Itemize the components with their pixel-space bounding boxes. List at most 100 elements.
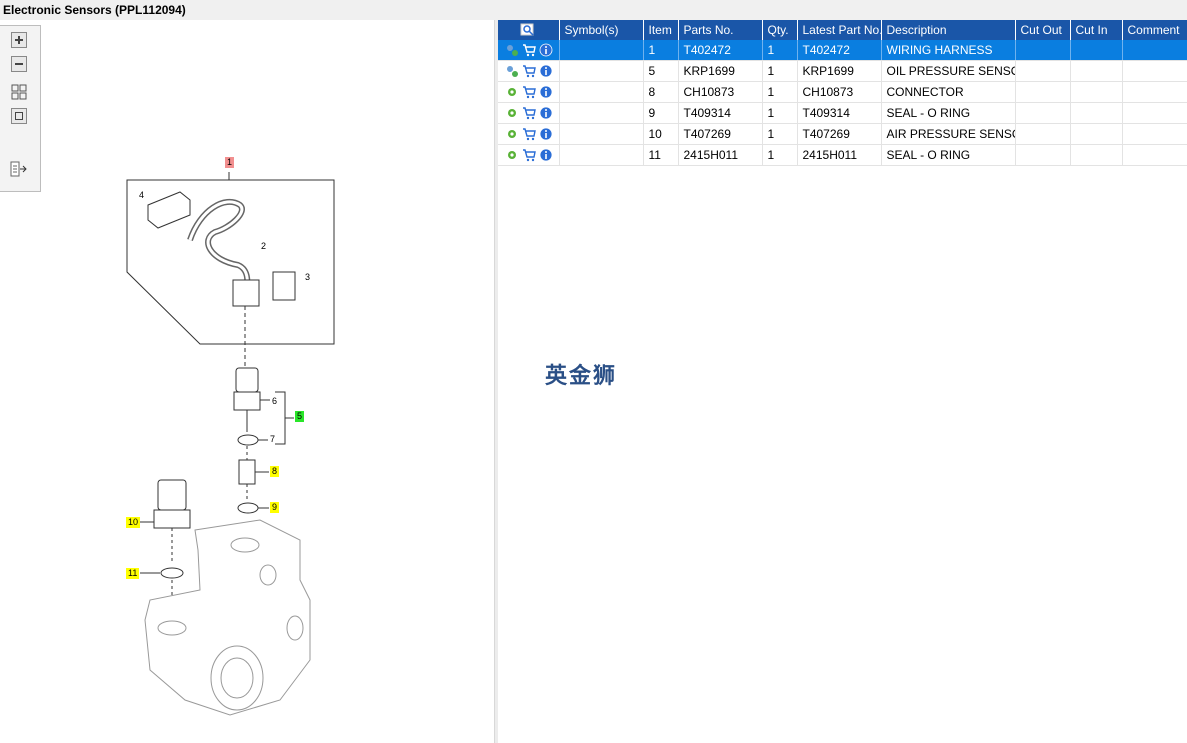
cell-item: 1 <box>643 40 679 61</box>
details-gear-icon <box>507 66 518 77</box>
cell-item: 10 <box>643 123 679 145</box>
details-gear-icon <box>508 109 516 117</box>
table-row[interactable]: 10T4072691T407269AIR PRESSURE SENSOR <box>498 123 1187 145</box>
cell-item: 11 <box>643 144 679 166</box>
cell-latest-part-no: T409314 <box>797 102 882 124</box>
cell-qty: 1 <box>762 144 798 166</box>
label-2: 2 <box>261 241 267 251</box>
cell-latest-part-no: CH10873 <box>797 81 882 103</box>
col-header-item[interactable]: Item <box>643 20 679 40</box>
fit-all-icon[interactable] <box>10 83 28 101</box>
row-actions <box>498 40 560 61</box>
cell-symbols <box>559 144 644 166</box>
find-icon <box>520 23 534 36</box>
cell-parts-no: 2415H011 <box>678 144 763 166</box>
cell-description: OIL PRESSURE SENSOR KIT <box>881 60 1016 82</box>
table-row[interactable]: 9 T409314 1 T409314 SEAL - O RING <box>498 102 1187 124</box>
table-row[interactable]: 11 2415H011 1 2415H011 SEAL - O RING <box>498 144 1187 166</box>
callout-1[interactable]: 1 <box>225 157 235 168</box>
watermark-text: 英金狮 <box>545 364 618 389</box>
table-row[interactable]: 5KRP16991KRP1699OIL PRESSURE SENSOR KIT <box>498 60 1187 82</box>
info-icon[interactable] <box>539 85 553 99</box>
col-header-cut-out[interactable]: Cut Out <box>1015 20 1071 40</box>
col-header-parts-no[interactable]: Parts No. <box>678 20 763 40</box>
cell-latest-part-no: KRP1699 <box>797 60 882 82</box>
cell-comment <box>1122 123 1187 145</box>
window-titlebar: Electronic Sensors (PPL112094) <box>0 0 1187 21</box>
cell-comment <box>1122 40 1187 61</box>
info-icon[interactable] <box>539 106 553 120</box>
cell-symbols <box>559 123 644 145</box>
cell-latest-part-no: 2415H011 <box>797 144 882 166</box>
cell-parts-no: T409314 <box>678 102 763 124</box>
details-gear-icon <box>508 151 516 159</box>
zoom-out-icon[interactable] <box>10 55 28 73</box>
cell-parts-no: T407269 <box>678 123 763 145</box>
col-header-cut-in[interactable]: Cut In <box>1070 20 1123 40</box>
cell-qty: 1 <box>762 60 798 82</box>
label-6: 6 <box>272 396 278 406</box>
cell-qty: 1 <box>762 40 798 61</box>
cell-cut-out <box>1015 102 1071 124</box>
info-icon[interactable] <box>539 64 553 78</box>
details-gear-icon <box>508 130 516 138</box>
cell-comment <box>1122 144 1187 166</box>
label-7: 7 <box>270 434 276 444</box>
parts-grid: Symbol(s) Item Parts No. Qty. Latest Par… <box>498 20 1187 166</box>
row-actions <box>498 123 560 145</box>
info-icon[interactable] <box>539 127 553 141</box>
cell-cut-in <box>1070 60 1123 82</box>
cart-icon[interactable] <box>522 64 536 78</box>
cell-parts-no: KRP1699 <box>678 60 763 82</box>
callout-10[interactable]: 10 <box>126 517 141 528</box>
cell-parts-no: CH10873 <box>678 81 763 103</box>
export-list-icon[interactable] <box>10 160 28 178</box>
cell-comment <box>1122 102 1187 124</box>
cell-description: SEAL - O RING <box>881 102 1016 124</box>
callout-9[interactable]: 9 <box>270 502 280 513</box>
details-gear-icon <box>507 45 518 56</box>
row-actions <box>498 102 560 124</box>
cell-cut-in <box>1070 81 1123 103</box>
col-header-latest-part-no[interactable]: Latest Part No. <box>797 20 882 40</box>
window-title: Electronic Sensors (PPL112094) <box>3 3 186 17</box>
row-actions <box>498 60 560 82</box>
cell-symbols <box>559 102 644 124</box>
col-header-qty[interactable]: Qty. <box>762 20 798 40</box>
cell-description: SEAL - O RING <box>881 144 1016 166</box>
col-header-comment[interactable]: Comment <box>1122 20 1187 40</box>
cell-description: CONNECTOR <box>881 81 1016 103</box>
cell-latest-part-no: T407269 <box>797 123 882 145</box>
cell-parts-no: T402472 <box>678 40 763 61</box>
cart-icon[interactable] <box>522 85 536 99</box>
cell-cut-in <box>1070 102 1123 124</box>
cell-item: 8 <box>643 81 679 103</box>
cell-latest-part-no: T402472 <box>797 40 882 61</box>
diagram-pane[interactable]: 1 4 2 3 6 7 5 8 9 10 11 <box>0 20 494 743</box>
table-row[interactable]: 1 T402472 1 T402472 WIRING HARNESS <box>498 40 1187 61</box>
cell-item: 9 <box>643 102 679 124</box>
row-actions <box>498 81 560 103</box>
zoom-in-icon[interactable] <box>10 31 28 49</box>
row-actions <box>498 144 560 166</box>
info-icon[interactable] <box>539 148 553 162</box>
col-header-description[interactable]: Description <box>881 20 1016 40</box>
cart-icon[interactable] <box>522 127 536 141</box>
cart-icon[interactable] <box>522 148 536 162</box>
cell-cut-out <box>1015 123 1071 145</box>
cart-icon[interactable] <box>522 43 536 57</box>
col-header-actions[interactable] <box>498 20 560 40</box>
cell-item: 5 <box>643 60 679 82</box>
callout-8[interactable]: 8 <box>270 466 280 477</box>
cell-description: WIRING HARNESS <box>881 40 1016 61</box>
table-row[interactable]: 8 CH10873 1 CH10873 CONNECTOR <box>498 81 1187 103</box>
info-icon[interactable] <box>539 43 553 57</box>
cart-icon[interactable] <box>522 106 536 120</box>
col-header-symbols[interactable]: Symbol(s) <box>559 20 644 40</box>
actual-size-icon[interactable] <box>10 107 28 125</box>
callout-11[interactable]: 11 <box>126 568 140 579</box>
callout-5[interactable]: 5 <box>295 411 305 422</box>
cell-symbols <box>559 40 644 61</box>
cell-symbols <box>559 60 644 82</box>
cell-cut-out <box>1015 81 1071 103</box>
